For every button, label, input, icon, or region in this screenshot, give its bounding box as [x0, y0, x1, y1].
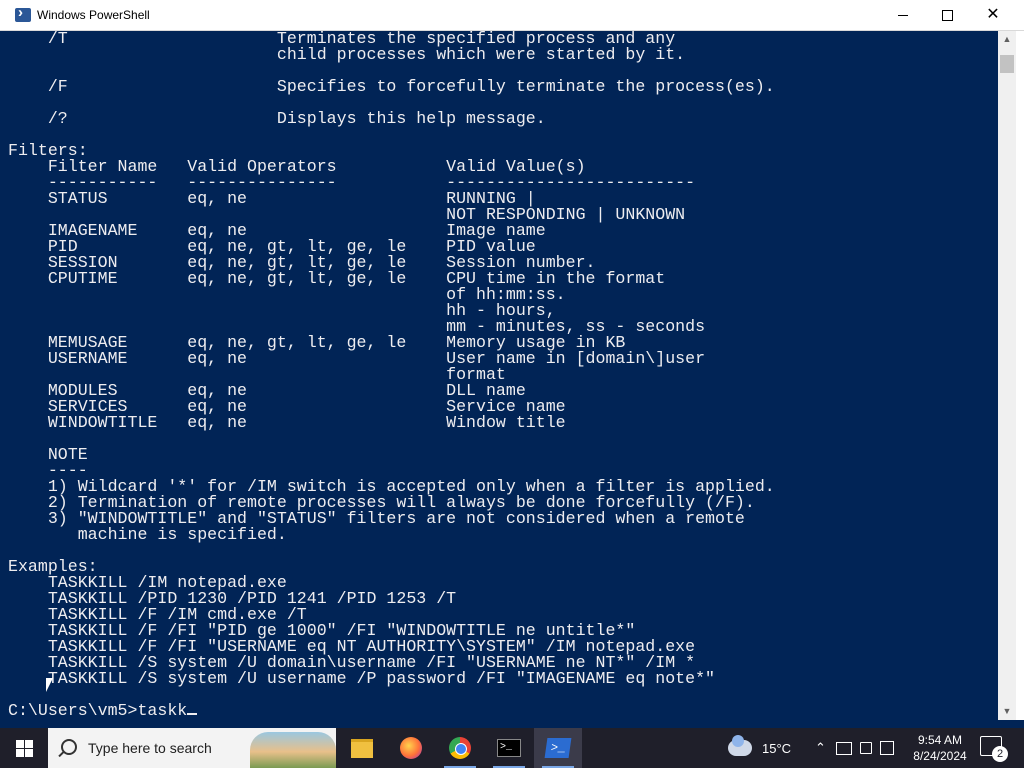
close-button[interactable]: ✕ — [970, 0, 1016, 30]
weather-icon — [728, 735, 752, 756]
powershell-taskbar-button[interactable]: >_ — [534, 728, 582, 768]
console-line: /? Displays this help message. — [47, 109, 546, 128]
windows-logo-icon — [15, 739, 33, 757]
clock-time: 9:54 AM — [917, 733, 963, 747]
search-box[interactable]: Type here to search — [48, 728, 336, 768]
firefox-button[interactable] — [387, 728, 435, 768]
vertical-scrollbar[interactable]: ▲ ▼ — [998, 31, 1016, 720]
folder-icon — [351, 738, 373, 758]
clock-date: 8/24/2024 — [913, 749, 967, 763]
weather-widget[interactable]: 15°C — [728, 728, 791, 768]
minimize-icon — [898, 14, 908, 16]
minimize-button[interactable] — [880, 0, 926, 30]
clock[interactable]: 9:54 AM 8/24/2024 — [905, 728, 975, 768]
weather-temperature: 15°C — [762, 740, 792, 756]
console-output: /T Terminates the specified process and … — [8, 31, 775, 719]
command-prompt-icon: >_ — [497, 739, 521, 757]
search-placeholder: Type here to search — [88, 740, 212, 756]
maximize-button[interactable] — [924, 0, 970, 30]
console-area[interactable]: /T Terminates the specified process and … — [0, 31, 998, 720]
maximize-icon — [941, 9, 953, 21]
search-highlight-image — [250, 732, 336, 768]
console-prompt: C:\Users\vm5> — [8, 701, 138, 720]
text-cursor — [187, 713, 198, 715]
close-icon: ✕ — [986, 6, 1000, 23]
search-icon — [61, 739, 77, 755]
chrome-icon — [449, 737, 471, 759]
console-line: machine is specified. — [77, 525, 287, 544]
tray-icons: ⌃ — [815, 728, 894, 768]
scroll-down-icon[interactable]: ▼ — [998, 703, 1016, 720]
console-input[interactable]: taskk — [137, 701, 187, 720]
command-prompt-button[interactable]: >_ — [485, 728, 533, 768]
notification-count-badge: 2 — [992, 746, 1008, 762]
console-line: WINDOWTITLE eq, ne Window title — [47, 413, 566, 432]
input-indicator-icon[interactable] — [879, 741, 894, 755]
firefox-icon — [400, 737, 422, 759]
title-bar: Windows PowerShell ✕ — [0, 0, 1024, 31]
window-title: Windows PowerShell — [37, 8, 150, 22]
scroll-up-icon[interactable]: ▲ — [998, 31, 1016, 48]
console-line: /F Specifies to forcefully terminate the… — [47, 77, 775, 96]
start-button[interactable] — [0, 728, 48, 768]
file-explorer-button[interactable] — [338, 728, 386, 768]
console-line: child processes which were started by it… — [276, 45, 686, 64]
chrome-button[interactable] — [436, 728, 484, 768]
show-hidden-icons-icon[interactable]: ⌃ — [815, 740, 826, 756]
powershell-icon — [15, 4, 31, 22]
window-frame — [1016, 31, 1024, 720]
taskbar: Type here to search >_ >_ 15°C ⌃ 9:54 AM… — [0, 728, 1024, 768]
console-lines: /T Terminates the specified process and … — [8, 31, 775, 688]
scroll-thumb[interactable] — [1000, 55, 1014, 73]
network-icon[interactable] — [835, 741, 852, 755]
volume-muted-icon[interactable] — [859, 742, 872, 754]
mouse-pointer-icon — [46, 678, 53, 692]
powershell-taskbar-icon: >_ — [544, 738, 572, 758]
console-line: TASKKILL /S system /U username /P passwo… — [47, 669, 716, 688]
